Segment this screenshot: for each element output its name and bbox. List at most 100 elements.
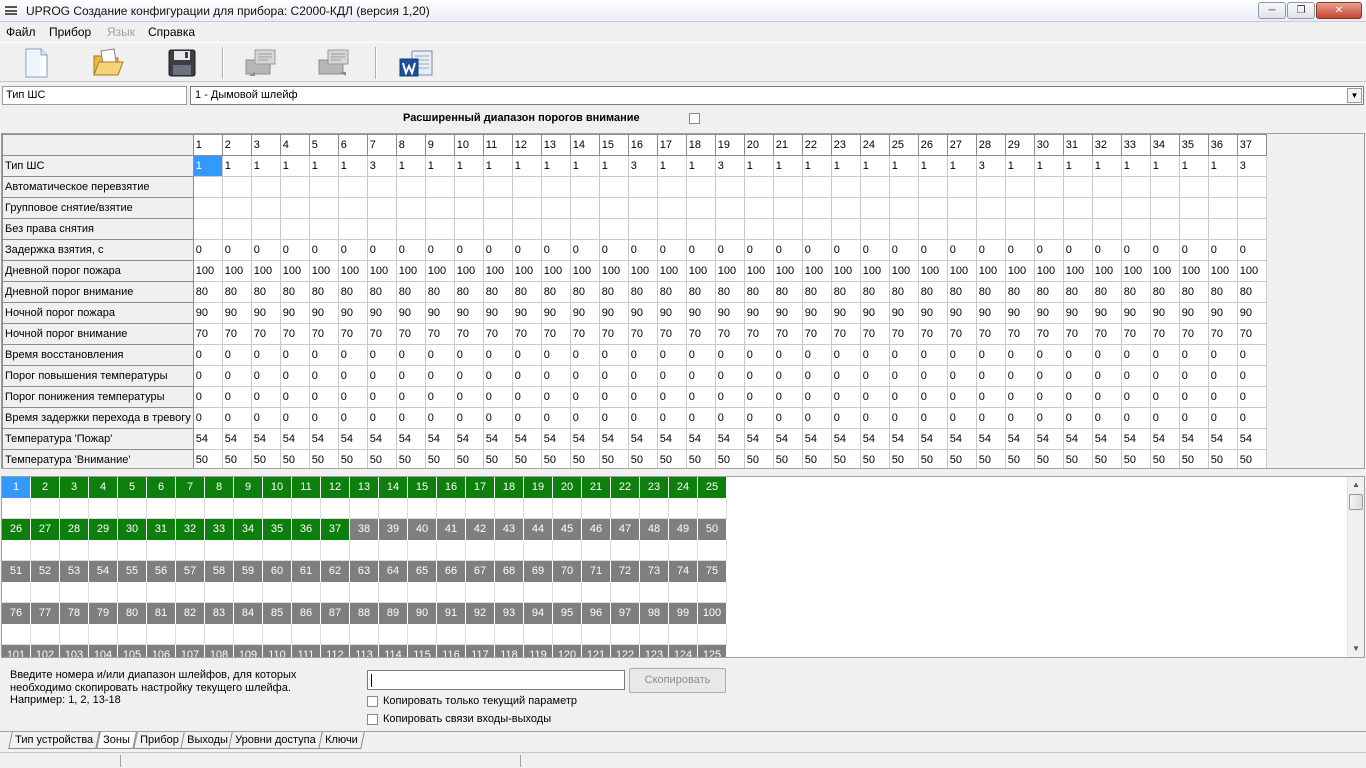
zone-cell[interactable]: 55: [118, 561, 147, 582]
grid-cell[interactable]: 0: [1004, 344, 1035, 366]
grid-cell[interactable]: 50: [511, 449, 542, 468]
grid-cell[interactable]: 0: [772, 344, 803, 366]
grid-cell[interactable]: 80: [250, 281, 281, 303]
grid-cell[interactable]: 1: [1091, 155, 1122, 177]
grid-cell[interactable]: 0: [395, 239, 426, 261]
grid-cell[interactable]: [1004, 176, 1035, 198]
chevron-down-icon[interactable]: ▼: [1347, 88, 1362, 103]
grid-cell[interactable]: 100: [1033, 260, 1064, 282]
grid-cell[interactable]: 1: [337, 155, 368, 177]
grid-cell[interactable]: 54: [1178, 428, 1209, 450]
grid-cell[interactable]: 80: [1236, 281, 1267, 303]
grid-cell[interactable]: [627, 197, 658, 219]
row-header[interactable]: Температура 'Внимание': [2, 449, 194, 468]
grid-cell[interactable]: 0: [540, 344, 571, 366]
zone-cell[interactable]: 34: [234, 519, 263, 540]
grid-cell[interactable]: 80: [1062, 281, 1093, 303]
grid-cell[interactable]: 80: [1120, 281, 1151, 303]
column-header[interactable]: 6: [337, 134, 368, 156]
maximize-button[interactable]: ❐: [1287, 2, 1315, 19]
grid-cell[interactable]: [1091, 197, 1122, 219]
grid-cell[interactable]: 54: [308, 428, 339, 450]
grid-cell[interactable]: 0: [1178, 344, 1209, 366]
column-header[interactable]: 11: [482, 134, 513, 156]
zone-cell[interactable]: 114: [379, 645, 408, 657]
grid-cell[interactable]: 0: [482, 239, 513, 261]
grid-cell[interactable]: 80: [888, 281, 919, 303]
grid-cell[interactable]: 90: [366, 302, 397, 324]
grid-cell[interactable]: 50: [1207, 449, 1238, 468]
grid-cell[interactable]: 54: [975, 428, 1006, 450]
grid-cell[interactable]: 54: [482, 428, 513, 450]
grid-cell[interactable]: [1178, 197, 1209, 219]
grid-cell[interactable]: 1: [279, 155, 310, 177]
grid-cell[interactable]: 0: [859, 344, 890, 366]
zone-cell[interactable]: 17: [466, 477, 495, 498]
grid-cell[interactable]: 0: [627, 407, 658, 429]
grid-cell[interactable]: 90: [685, 302, 716, 324]
grid-cell[interactable]: 100: [482, 260, 513, 282]
grid-cell[interactable]: 100: [772, 260, 803, 282]
grid-cell[interactable]: [888, 176, 919, 198]
row-header[interactable]: Время задержки перехода в тревогу: [2, 407, 194, 429]
grid-cell[interactable]: 0: [1207, 386, 1238, 408]
grid-cell[interactable]: 0: [801, 344, 832, 366]
grid-cell[interactable]: 90: [221, 302, 252, 324]
grid-cell[interactable]: [1091, 176, 1122, 198]
grid-cell[interactable]: 0: [1149, 386, 1180, 408]
grid-cell[interactable]: 0: [192, 365, 223, 387]
grid-cell[interactable]: 70: [772, 323, 803, 345]
zone-cell[interactable]: 35: [263, 519, 292, 540]
column-header[interactable]: 4: [279, 134, 310, 156]
zone-cell[interactable]: 111: [292, 645, 321, 657]
grid-cell[interactable]: 70: [453, 323, 484, 345]
grid-cell[interactable]: 0: [743, 344, 774, 366]
zone-cell[interactable]: 64: [379, 561, 408, 582]
grid-cell[interactable]: 54: [1149, 428, 1180, 450]
grid-cell[interactable]: 100: [337, 260, 368, 282]
grid-cell[interactable]: [1207, 218, 1238, 240]
grid-cell[interactable]: [598, 218, 629, 240]
grid-cell[interactable]: 50: [308, 449, 339, 468]
zone-cell[interactable]: 78: [60, 603, 89, 624]
grid-cell[interactable]: 0: [917, 407, 948, 429]
grid-cell[interactable]: 0: [279, 365, 310, 387]
option-copy-links[interactable]: Копировать связи входы-выходы: [367, 713, 551, 725]
grid-cell[interactable]: [453, 197, 484, 219]
zone-cell[interactable]: 5: [118, 477, 147, 498]
zone-cell[interactable]: 112: [321, 645, 350, 657]
grid-cell[interactable]: 0: [1091, 365, 1122, 387]
grid-cell[interactable]: 1: [1178, 155, 1209, 177]
grid-cell[interactable]: 1: [192, 155, 223, 177]
grid-cell[interactable]: 80: [482, 281, 513, 303]
grid-cell[interactable]: 50: [743, 449, 774, 468]
new-document-icon[interactable]: [18, 46, 54, 80]
grid-cell[interactable]: 0: [1120, 344, 1151, 366]
grid-cell[interactable]: 54: [540, 428, 571, 450]
grid-cell[interactable]: 0: [366, 407, 397, 429]
grid-cell[interactable]: 0: [1062, 239, 1093, 261]
row-header[interactable]: Ночной порог внимание: [2, 323, 194, 345]
grid-cell[interactable]: 0: [1033, 239, 1064, 261]
zone-cell[interactable]: 89: [379, 603, 408, 624]
grid-cell[interactable]: 1: [598, 155, 629, 177]
copy-current-only-checkbox[interactable]: [367, 695, 378, 707]
zone-cell[interactable]: 20: [553, 477, 582, 498]
grid-cell[interactable]: 0: [424, 344, 455, 366]
zone-cell[interactable]: 61: [292, 561, 321, 582]
grid-cell[interactable]: 70: [598, 323, 629, 345]
grid-cell[interactable]: 50: [801, 449, 832, 468]
grid-cell[interactable]: [1062, 197, 1093, 219]
grid-cell[interactable]: 70: [337, 323, 368, 345]
grid-cell[interactable]: 50: [714, 449, 745, 468]
grid-cell[interactable]: 50: [656, 449, 687, 468]
grid-cell[interactable]: [1033, 197, 1064, 219]
zone-cell[interactable]: 6: [147, 477, 176, 498]
grid-cell[interactable]: 0: [221, 365, 252, 387]
grid-cell[interactable]: 100: [801, 260, 832, 282]
grid-cell[interactable]: 0: [714, 365, 745, 387]
grid-cell[interactable]: [685, 197, 716, 219]
zone-cell[interactable]: 10: [263, 477, 292, 498]
grid-cell[interactable]: 70: [395, 323, 426, 345]
grid-cell[interactable]: 50: [569, 449, 600, 468]
